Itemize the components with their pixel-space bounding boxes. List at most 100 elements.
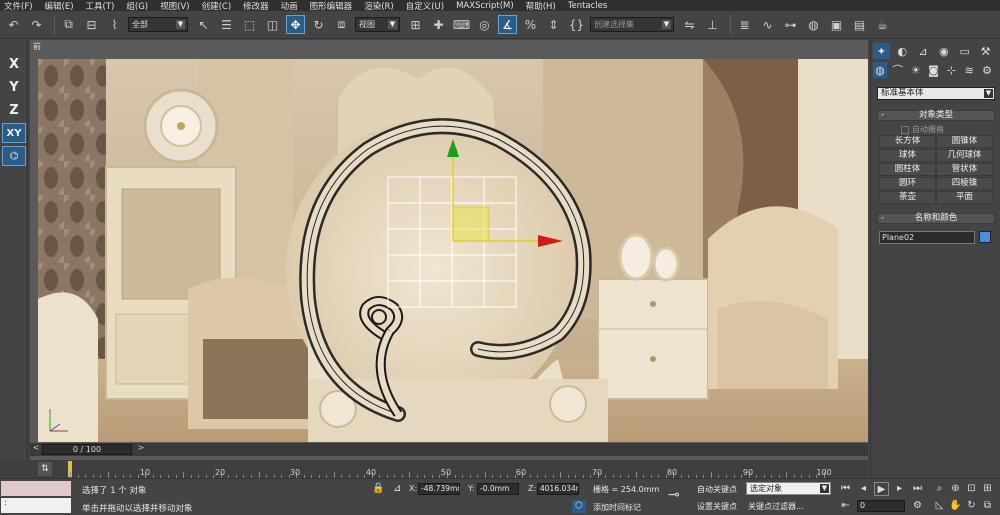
unlink-icon[interactable]: ⊟: [82, 15, 101, 34]
orbit-icon[interactable]: ↻: [964, 499, 979, 513]
zoom-all-icon[interactable]: ⊕: [948, 482, 963, 496]
menu-group[interactable]: 组(G): [126, 0, 148, 12]
play-icon[interactable]: ▶: [874, 482, 889, 496]
time-prev-icon[interactable]: <: [30, 443, 42, 452]
pyramid-button[interactable]: 四棱锥: [936, 177, 993, 190]
object-color-swatch[interactable]: [979, 231, 991, 243]
box-button[interactable]: 长方体: [879, 135, 936, 148]
helpers-icon[interactable]: ⊹: [944, 62, 958, 78]
shapes-icon[interactable]: ⌒: [891, 62, 905, 78]
frame-counter[interactable]: 0 / 100: [42, 444, 132, 455]
align-icon[interactable]: ⊥: [703, 15, 722, 34]
key-filters-button[interactable]: 关键点过滤器...: [748, 501, 804, 512]
set-key-icon[interactable]: ⊸: [668, 487, 680, 503]
absolute-mode-icon[interactable]: ⊿: [393, 483, 401, 494]
mini-curve-editor-icon[interactable]: ⇅: [38, 462, 52, 476]
window-crossing-icon[interactable]: ◫: [263, 15, 282, 34]
z-coordinate-field[interactable]: 4016.034mm: [537, 483, 579, 495]
set-key-button[interactable]: 设置关键点: [697, 501, 737, 512]
undo-icon[interactable]: ↶: [4, 15, 23, 34]
mirror-icon[interactable]: ⇋: [680, 15, 699, 34]
menu-maxscript[interactable]: MAXScript(M): [456, 1, 514, 11]
spinner-snap-icon[interactable]: ⇕: [544, 15, 563, 34]
select-and-rotate-icon[interactable]: ↻: [309, 15, 328, 34]
lock-icon[interactable]: 🔒: [372, 483, 384, 494]
time-next-icon[interactable]: >: [135, 443, 147, 452]
cylinder-button[interactable]: 圆柱体: [879, 163, 936, 176]
maximize-viewport-icon[interactable]: ⧉: [980, 499, 995, 513]
utilities-tab-icon[interactable]: ⚒: [977, 43, 994, 59]
key-object-dropdown[interactable]: 选定对象 ▼: [746, 482, 831, 495]
select-by-name-icon[interactable]: ☰: [217, 15, 236, 34]
zoom-icon[interactable]: ⌕: [932, 482, 947, 496]
systems-icon[interactable]: ⚙: [980, 62, 994, 78]
menu-rendering[interactable]: 渲染(R): [364, 0, 394, 12]
snap-toggle-icon[interactable]: ◎: [475, 15, 494, 34]
rendered-frame-window-icon[interactable]: ▤: [850, 15, 869, 34]
reference-coord-dropdown[interactable]: 视图 ▼: [355, 17, 400, 32]
menu-graph-editors[interactable]: 图形编辑器: [310, 0, 353, 12]
cameras-icon[interactable]: ◙: [927, 62, 941, 78]
keyboard-shortcut-icon[interactable]: ⌨: [452, 15, 471, 34]
named-selection-set-dropdown[interactable]: 创建选择集 ▼: [590, 17, 674, 32]
menu-tentacles[interactable]: Tentacles: [568, 1, 608, 11]
plane-button[interactable]: 平面: [936, 191, 993, 204]
edit-named-selections-icon[interactable]: {}: [567, 15, 586, 34]
menu-help[interactable]: 帮助(H): [526, 0, 556, 12]
teapot-button[interactable]: 茶壶: [879, 191, 936, 204]
y-coordinate-field[interactable]: -0.0mm: [477, 483, 519, 495]
schematic-view-icon[interactable]: ⊶: [781, 15, 800, 34]
menu-customize[interactable]: 自定义(U): [406, 0, 444, 12]
snap-axis-icon[interactable]: ⌬: [2, 146, 26, 166]
lights-icon[interactable]: ☀: [909, 62, 923, 78]
axis-x-button[interactable]: X: [2, 54, 26, 74]
auto-key-button[interactable]: 自动关键点: [697, 484, 737, 495]
axis-xy-button[interactable]: XY: [2, 123, 26, 143]
go-to-start-icon[interactable]: ⏮: [838, 482, 853, 496]
time-tag-icon[interactable]: ⬡: [572, 500, 586, 513]
time-slider[interactable]: < 0 / 100 >: [30, 443, 868, 456]
torus-button[interactable]: 圆环: [879, 177, 936, 190]
maxscript-listener-mini[interactable]: [1, 481, 71, 496]
tube-button[interactable]: 管状体: [936, 163, 993, 176]
display-tab-icon[interactable]: ▭: [956, 43, 973, 59]
menu-animation[interactable]: 动画: [281, 0, 298, 12]
previous-frame-icon[interactable]: ◂: [856, 482, 871, 496]
redo-icon[interactable]: ↷: [27, 15, 46, 34]
geometry-icon[interactable]: ◍: [873, 62, 887, 78]
current-frame-field[interactable]: 0: [857, 500, 905, 512]
render-setup-icon[interactable]: ▣: [827, 15, 846, 34]
object-type-rollout[interactable]: - 对象类型: [877, 110, 995, 121]
link-icon[interactable]: ⧉: [59, 15, 78, 34]
auto-grid-checkbox[interactable]: 自动栅格: [901, 124, 944, 135]
pivot-center-icon[interactable]: ⊞: [406, 15, 425, 34]
go-to-end-icon[interactable]: ⏭: [910, 482, 925, 496]
axis-y-button[interactable]: Y: [2, 77, 26, 97]
geometry-category-dropdown[interactable]: 标准基本体 ▼: [877, 87, 995, 100]
angle-snap-icon[interactable]: ∡: [498, 15, 517, 34]
material-editor-icon[interactable]: ◍: [804, 15, 823, 34]
layer-manager-icon[interactable]: ≣: [735, 15, 754, 34]
select-manipulate-icon[interactable]: ✚: [429, 15, 448, 34]
bind-space-warp-icon[interactable]: ⌇: [105, 15, 124, 34]
key-mode-icon[interactable]: ⇤: [838, 499, 853, 513]
name-and-color-rollout[interactable]: - 名称和颜色: [877, 213, 995, 224]
zoom-extents-all-icon[interactable]: ⊞: [980, 482, 995, 496]
cone-button[interactable]: 圆锥体: [936, 135, 993, 148]
track-bar[interactable]: ⇅ 10 20 30 40 50 60 70 80 90 100: [0, 460, 868, 478]
menu-edit[interactable]: 编辑(E): [45, 0, 74, 12]
field-of-view-icon[interactable]: ◺: [932, 499, 947, 513]
sphere-button[interactable]: 球体: [879, 149, 936, 162]
selection-filter-dropdown[interactable]: 全部 ▼: [128, 17, 188, 32]
geosphere-button[interactable]: 几何球体: [936, 149, 993, 162]
menu-tools[interactable]: 工具(T): [86, 0, 115, 12]
zoom-extents-icon[interactable]: ⊡: [964, 482, 979, 496]
menu-view[interactable]: 视图(V): [160, 0, 189, 12]
space-warps-icon[interactable]: ≋: [962, 62, 976, 78]
viewport-label[interactable]: 前: [33, 41, 41, 52]
create-tab-icon[interactable]: ✦: [873, 43, 890, 59]
select-and-move-icon[interactable]: ✥: [286, 15, 305, 34]
menu-modifiers[interactable]: 修改器: [243, 0, 269, 12]
x-coordinate-field[interactable]: -48.739mm: [418, 483, 460, 495]
rectangular-selection-icon[interactable]: ⬚: [240, 15, 259, 34]
